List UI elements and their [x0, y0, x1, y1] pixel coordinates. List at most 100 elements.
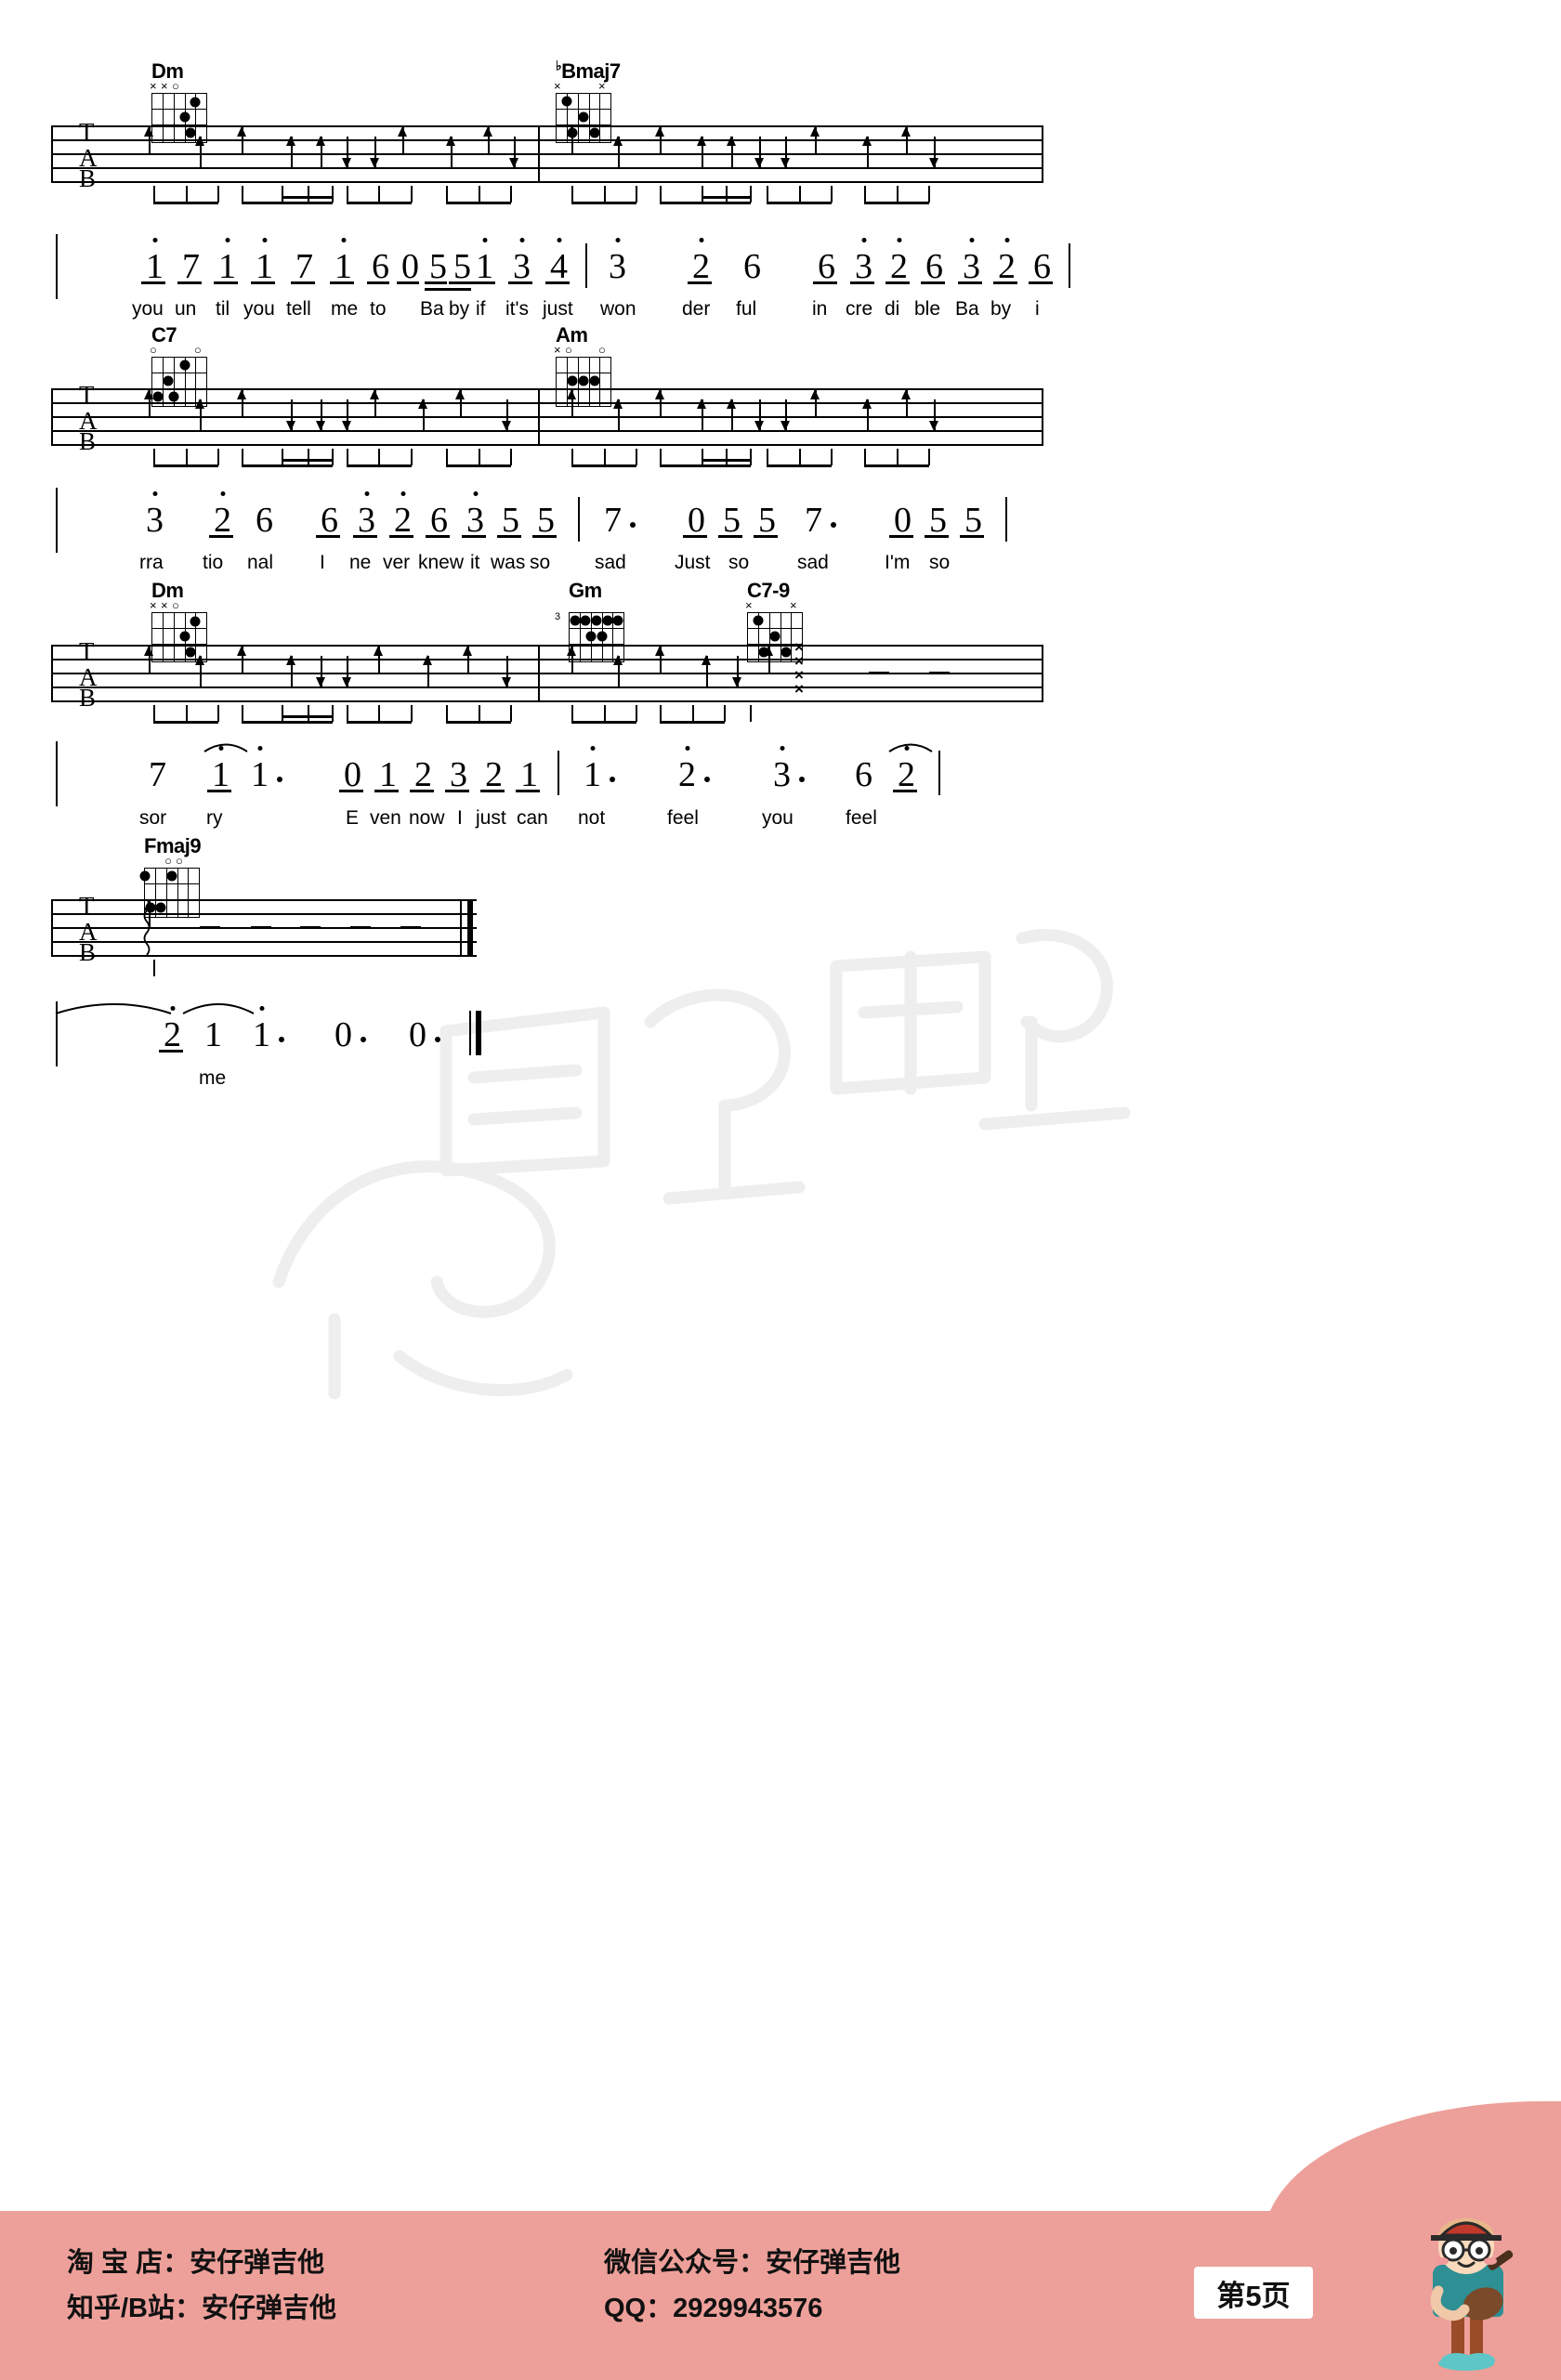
- note: 6: [818, 247, 835, 286]
- lyric: Just: [675, 552, 711, 573]
- lyric: i: [1035, 298, 1040, 320]
- note: 3: [466, 501, 484, 540]
- note: 7: [805, 501, 822, 540]
- note: 7: [604, 501, 622, 540]
- note: 6: [855, 755, 872, 794]
- tab-staff-1: T A B: [51, 120, 1043, 191]
- note: 5: [723, 501, 741, 540]
- note: 5: [537, 501, 555, 540]
- note: 4: [550, 247, 568, 286]
- tie-slur: [182, 1003, 255, 1014]
- lyric: you: [243, 298, 275, 320]
- note: 6: [1033, 247, 1051, 286]
- note: 2: [898, 755, 915, 794]
- lyric: sor: [139, 807, 167, 829]
- note: 0: [334, 1015, 352, 1054]
- chord-open-mute-marks: [569, 602, 623, 612]
- tie-slur: [203, 743, 248, 752]
- note: 2: [890, 247, 908, 286]
- arpeggio-squiggle: [143, 899, 151, 956]
- watermark-logo: [167, 799, 1264, 1449]
- zhihu-bilibili-label: 知乎/B站：安仔弹吉他: [67, 2294, 337, 2323]
- note: 0: [401, 247, 419, 286]
- tab-staff-2: T A B: [51, 383, 1043, 454]
- chord-open-mute-marks: × ×: [554, 79, 606, 93]
- lyric: it: [470, 552, 480, 573]
- note: 1: [218, 247, 236, 286]
- note: 1: [212, 755, 230, 794]
- chord-open-mute-marks: × ×: [745, 598, 797, 612]
- lyric: not: [578, 807, 606, 829]
- lyric: ful: [736, 298, 757, 320]
- note: 3: [963, 247, 980, 286]
- note: 5: [929, 501, 947, 540]
- lyric: if: [476, 298, 486, 320]
- note: 6: [430, 501, 448, 540]
- wechat-label: 微信公众号：安仔弹吉他: [604, 2248, 901, 2278]
- lyric: to: [370, 298, 387, 320]
- note: 1: [204, 1015, 222, 1054]
- lyric: by: [990, 298, 1012, 320]
- note: 6: [743, 247, 761, 286]
- note: 3: [609, 247, 626, 286]
- rhythm-beams-1: [51, 186, 1043, 206]
- lyric: by: [449, 298, 470, 320]
- chord-name-text: Bmaj7: [561, 59, 621, 83]
- note: 3: [773, 755, 791, 794]
- chord-name: Gm: [569, 579, 602, 602]
- note: 3: [450, 755, 467, 794]
- lyric: sad: [595, 552, 626, 573]
- lyric: was: [491, 552, 526, 573]
- note: 3: [855, 247, 872, 286]
- note: 6: [925, 247, 943, 286]
- note: 0: [344, 755, 361, 794]
- note: 2: [214, 501, 231, 540]
- rhythm-beams-2: [51, 449, 1043, 469]
- mascot-illustration: [1430, 2218, 1514, 2371]
- chord-name: Dm: [151, 579, 184, 602]
- chord-name: ♭Bmaj7: [556, 58, 621, 83]
- note: 0: [688, 501, 705, 540]
- lyric: I: [457, 807, 463, 829]
- note: 2: [414, 755, 432, 794]
- note: 3: [146, 501, 164, 540]
- lyric: feel: [846, 807, 877, 829]
- note: 1: [476, 247, 493, 286]
- lyric: ry: [206, 807, 223, 829]
- note: 7: [149, 755, 166, 794]
- note: 1: [334, 247, 352, 286]
- note: 5: [502, 501, 519, 540]
- note: 1: [379, 755, 397, 794]
- chord-open-mute-marks: ○ ○: [164, 854, 183, 868]
- chord-name: Dm: [151, 59, 184, 83]
- tab-letter-t: T: [79, 637, 95, 665]
- lyric: won: [600, 298, 636, 320]
- lyric: you: [132, 298, 164, 320]
- lyric: me: [199, 1067, 227, 1089]
- lyric: Ba: [955, 298, 979, 320]
- lyric: der: [682, 298, 711, 320]
- tie-slur: [55, 1003, 172, 1014]
- note: 2: [164, 1015, 181, 1054]
- chord-open-mute-marks: × × ○: [150, 598, 179, 612]
- lyric: di: [885, 298, 900, 320]
- lyric: til: [216, 298, 230, 320]
- note: 1: [256, 247, 273, 286]
- note: 1: [253, 1015, 270, 1054]
- note: 5: [429, 247, 447, 286]
- lyric: so: [929, 552, 951, 573]
- lyric: tio: [203, 552, 224, 573]
- note: 7: [295, 247, 313, 286]
- note: 2: [692, 247, 710, 286]
- note: 2: [678, 755, 696, 794]
- lyric: ver: [383, 552, 411, 573]
- chord-name: Fmaj9: [144, 834, 202, 857]
- note: 1: [520, 755, 538, 794]
- chord-open-mute-marks: × ○ ○: [554, 343, 606, 357]
- lyric: so: [728, 552, 750, 573]
- lyric: cre: [846, 298, 873, 320]
- lyric: me: [331, 298, 359, 320]
- note: 3: [358, 501, 375, 540]
- note: 5: [964, 501, 982, 540]
- rhythm-beams-4: [51, 960, 477, 980]
